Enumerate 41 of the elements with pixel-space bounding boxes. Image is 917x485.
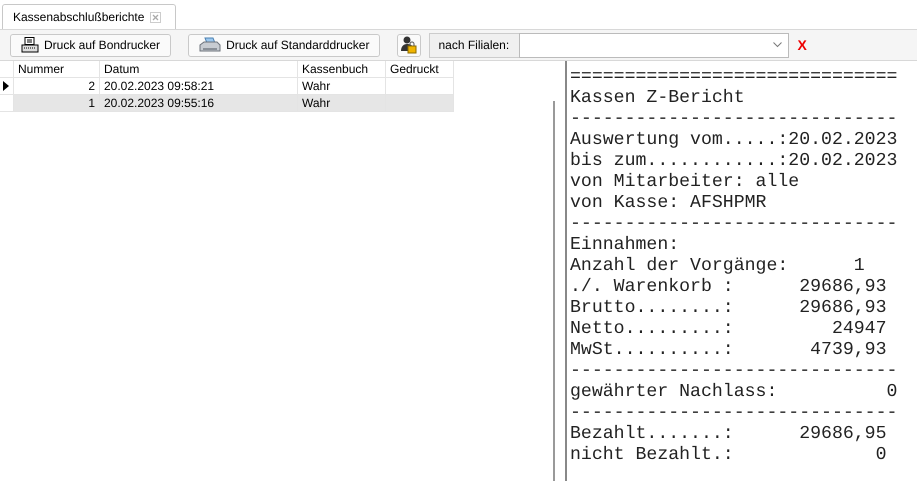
report-line: Kassen Z-Bericht (570, 88, 745, 109)
row-indicator[interactable] (0, 78, 14, 95)
report-line: gewährter Nachlass: 0 (570, 382, 898, 403)
column-header[interactable]: Datum (100, 61, 298, 78)
report-line: MwSt..........: 4739,93 (570, 340, 887, 361)
report-line: von Kasse: AFSHPMR (570, 193, 766, 214)
report-line: Bezahlt.......: 29686,95 (570, 424, 887, 445)
report-line: bis zum............:20.02.2023 (570, 151, 898, 172)
close-icon[interactable] (150, 12, 162, 22)
report-line: ------------------------------ (570, 214, 898, 235)
lock-button[interactable] (397, 34, 422, 56)
user-lock-icon (401, 36, 418, 54)
filter-label: nach Filialen: (429, 32, 520, 58)
report-line: Anzahl der Vorgänge: 1 (570, 256, 865, 277)
table-cell (386, 95, 454, 112)
report-line: Brutto........: 29686,93 (570, 298, 887, 319)
receipt-printer-icon (21, 37, 39, 53)
report-line: Einnahmen: (570, 235, 680, 256)
report-line: Netto.........: 24947 (570, 319, 887, 340)
print-button[interactable]: Druck auf Bondrucker (10, 34, 172, 56)
column-header[interactable]: Gedruckt (386, 61, 454, 78)
table-row[interactable]: 1 20.02.2023 09:55:16 Wahr (0, 95, 460, 112)
report-line: nicht Bezahlt.: 0 (570, 445, 887, 466)
report-line: ============================== (570, 67, 898, 88)
report-line: ------------------------------ (570, 361, 898, 382)
report-line: ------------------------------ (570, 109, 898, 130)
tab[interactable]: Kassenabschlußberichte (2, 4, 176, 29)
column-header[interactable]: Kassenbuch (298, 61, 386, 78)
table-cell: 20.02.2023 09:55:16 (100, 95, 298, 112)
chevron-down-icon (773, 42, 782, 48)
report-line: ./. Warenkorb : 29686,93 (570, 277, 887, 298)
report-line: ------------------------------ (570, 403, 898, 424)
table-cell: Wahr (298, 95, 386, 112)
print-button[interactable]: Druck auf Standarddrucker (188, 34, 380, 56)
printer-icon (199, 37, 222, 53)
column-header[interactable]: Nummer (14, 61, 100, 78)
report-line: Auswertung vom.....:20.02.2023 (570, 130, 898, 151)
report-line: von Mitarbeiter: alle (570, 172, 800, 193)
branch-dropdown[interactable] (519, 32, 790, 58)
clear-button[interactable]: X (789, 37, 815, 53)
table-cell: 1 (14, 95, 100, 112)
